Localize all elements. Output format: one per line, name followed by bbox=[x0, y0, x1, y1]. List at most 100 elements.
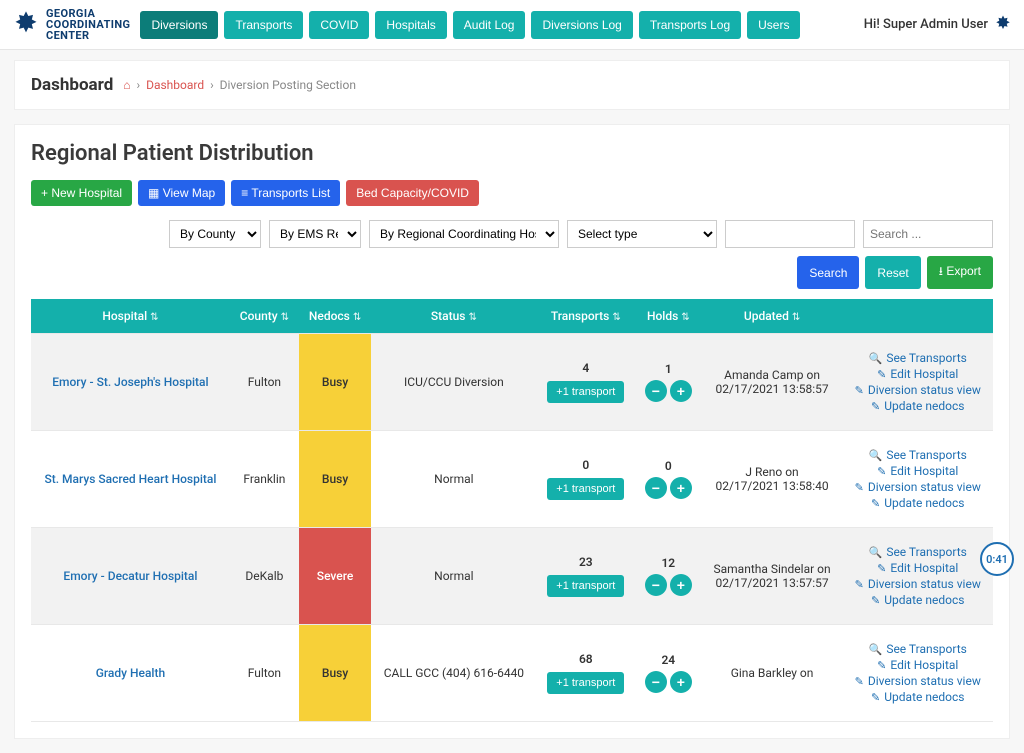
update-nedocs-link[interactable]: ✎Update nedocs bbox=[850, 399, 985, 413]
see-transports-link[interactable]: 🔍See Transports bbox=[850, 448, 985, 462]
edit-hospital-link[interactable]: ✎Edit Hospital bbox=[850, 367, 985, 381]
increment-hold-button[interactable]: + bbox=[670, 380, 692, 402]
reset-button[interactable]: Reset bbox=[865, 256, 920, 289]
view-map-button[interactable]: ▦ View Map bbox=[138, 180, 225, 206]
sort-icon: ⇅ bbox=[281, 312, 289, 323]
col-transports[interactable]: Transports ⇅ bbox=[537, 299, 635, 334]
update-nedocs-link[interactable]: ✎Update nedocs bbox=[850, 496, 985, 510]
filter-row: By County By EMS Region By Regional Coor… bbox=[31, 220, 993, 248]
hospital-link[interactable]: St. Marys Sacred Heart Hospital bbox=[44, 472, 216, 486]
hospital-link[interactable]: Grady Health bbox=[96, 666, 165, 680]
edit-icon: ✎ bbox=[855, 675, 864, 688]
sort-icon: ⇅ bbox=[468, 312, 476, 323]
medical-star-icon bbox=[994, 14, 1012, 36]
decrement-hold-button[interactable]: − bbox=[645, 477, 667, 499]
export-button[interactable]: ⭳ Export bbox=[927, 256, 993, 289]
add-transport-button[interactable]: +1 transport bbox=[547, 575, 624, 597]
col-actions bbox=[842, 299, 993, 334]
nav-transports-log[interactable]: Transports Log bbox=[639, 11, 741, 39]
status-cell: CALL GCC (404) 616-6440 bbox=[371, 625, 536, 722]
edit-icon: ✎ bbox=[871, 691, 880, 704]
home-icon[interactable]: ⌂ bbox=[123, 78, 130, 92]
decrement-hold-button[interactable]: − bbox=[645, 380, 667, 402]
sort-icon: ⇅ bbox=[681, 312, 689, 323]
increment-hold-button[interactable]: + bbox=[670, 574, 692, 596]
decrement-hold-button[interactable]: − bbox=[645, 574, 667, 596]
table-row: St. Marys Sacred Heart HospitalFranklinB… bbox=[31, 431, 993, 528]
brand-logo: GEORGIA COORDINATING CENTER bbox=[12, 8, 130, 41]
sort-icon: ⇅ bbox=[150, 312, 158, 323]
county-cell: Fulton bbox=[230, 625, 299, 722]
section-title: Regional Patient Distribution bbox=[31, 141, 993, 166]
status-cell: Normal bbox=[371, 431, 536, 528]
nav-hospitals[interactable]: Hospitals bbox=[375, 11, 446, 39]
status-cell: ICU/CCU Diversion bbox=[371, 334, 536, 431]
edit-hospital-link[interactable]: ✎Edit Hospital bbox=[850, 464, 985, 478]
diversion-status-link[interactable]: ✎Diversion status view bbox=[850, 577, 985, 591]
see-transports-link[interactable]: 🔍See Transports bbox=[850, 351, 985, 365]
diversion-status-link[interactable]: ✎Diversion status view bbox=[850, 674, 985, 688]
col-status[interactable]: Status ⇅ bbox=[371, 299, 536, 334]
increment-hold-button[interactable]: + bbox=[670, 671, 692, 693]
medical-star-icon bbox=[12, 9, 40, 41]
rch-filter[interactable]: By Regional Coordinating Hospital bbox=[369, 220, 559, 248]
nav-transports[interactable]: Transports bbox=[224, 11, 303, 39]
add-transport-button[interactable]: +1 transport bbox=[547, 672, 624, 694]
filter-input-1[interactable] bbox=[725, 220, 855, 248]
holds-cell: 1− + bbox=[635, 334, 702, 431]
add-transport-button[interactable]: +1 transport bbox=[547, 381, 624, 403]
table-row: Emory - Decatur HospitalDeKalbSevereNorm… bbox=[31, 528, 993, 625]
main-nav: DiversionsTransportsCOVIDHospitalsAudit … bbox=[140, 11, 800, 39]
search-icon: 🔍 bbox=[869, 546, 883, 559]
increment-hold-button[interactable]: + bbox=[670, 477, 692, 499]
bed-capacity-button[interactable]: Bed Capacity/COVID bbox=[346, 180, 479, 206]
status-cell: Normal bbox=[371, 528, 536, 625]
hospital-link[interactable]: Emory - Decatur Hospital bbox=[63, 569, 197, 583]
nav-audit-log[interactable]: Audit Log bbox=[453, 11, 526, 39]
nedocs-cell: Busy bbox=[299, 431, 371, 528]
nav-diversions[interactable]: Diversions bbox=[140, 11, 218, 39]
transports-list-button[interactable]: ≡ Transports List bbox=[231, 180, 340, 206]
col-hospital[interactable]: Hospital ⇅ bbox=[31, 299, 230, 334]
updated-cell: J Reno on02/17/2021 13:58:40 bbox=[702, 431, 843, 528]
see-transports-link[interactable]: 🔍See Transports bbox=[850, 545, 985, 559]
breadcrumb-bar: Dashboard ⌂ › Dashboard › Diversion Post… bbox=[14, 60, 1010, 110]
col-updated[interactable]: Updated ⇅ bbox=[702, 299, 843, 334]
nav-covid[interactable]: COVID bbox=[309, 11, 369, 39]
county-filter[interactable]: By County bbox=[169, 220, 261, 248]
see-transports-link[interactable]: 🔍See Transports bbox=[850, 642, 985, 656]
nav-users[interactable]: Users bbox=[747, 11, 800, 39]
diversion-status-link[interactable]: ✎Diversion status view bbox=[850, 383, 985, 397]
col-nedocs[interactable]: Nedocs ⇅ bbox=[299, 299, 371, 334]
sort-icon: ⇅ bbox=[353, 312, 361, 323]
countdown-timer: 0:41 bbox=[980, 542, 1014, 576]
edit-icon: ✎ bbox=[855, 578, 864, 591]
col-holds[interactable]: Holds ⇅ bbox=[635, 299, 702, 334]
edit-hospital-link[interactable]: ✎Edit Hospital bbox=[850, 561, 985, 575]
nav-diversions-log[interactable]: Diversions Log bbox=[531, 11, 632, 39]
breadcrumb-dashboard-link[interactable]: Dashboard bbox=[146, 78, 204, 92]
decrement-hold-button[interactable]: − bbox=[645, 671, 667, 693]
transports-cell: 23+1 transport bbox=[537, 528, 635, 625]
actions-cell: 🔍See Transports ✎Edit Hospital ✎Diversion … bbox=[842, 625, 993, 722]
update-nedocs-link[interactable]: ✎Update nedocs bbox=[850, 690, 985, 704]
search-button[interactable]: Search bbox=[797, 256, 859, 289]
edit-icon: ✎ bbox=[877, 659, 886, 672]
diversion-status-link[interactable]: ✎Diversion status view bbox=[850, 480, 985, 494]
transports-cell: 0+1 transport bbox=[537, 431, 635, 528]
new-hospital-button[interactable]: + New Hospital bbox=[31, 180, 132, 206]
col-county[interactable]: County ⇅ bbox=[230, 299, 299, 334]
edit-icon: ✎ bbox=[877, 465, 886, 478]
breadcrumb: ⌂ › Dashboard › Diversion Posting Sectio… bbox=[123, 78, 356, 92]
transports-cell: 68+1 transport bbox=[537, 625, 635, 722]
edit-hospital-link[interactable]: ✎Edit Hospital bbox=[850, 658, 985, 672]
ems-filter[interactable]: By EMS Region bbox=[269, 220, 361, 248]
holds-cell: 0− + bbox=[635, 431, 702, 528]
hospital-link[interactable]: Emory - St. Joseph's Hospital bbox=[52, 375, 208, 389]
add-transport-button[interactable]: +1 transport bbox=[547, 478, 624, 500]
table-header-row: Hospital ⇅ County ⇅ Nedocs ⇅ Status ⇅ Tr… bbox=[31, 299, 993, 334]
type-filter[interactable]: Select type bbox=[567, 220, 717, 248]
update-nedocs-link[interactable]: ✎Update nedocs bbox=[850, 593, 985, 607]
search-input[interactable] bbox=[863, 220, 993, 248]
table-row: Emory - St. Joseph's HospitalFultonBusyI… bbox=[31, 334, 993, 431]
